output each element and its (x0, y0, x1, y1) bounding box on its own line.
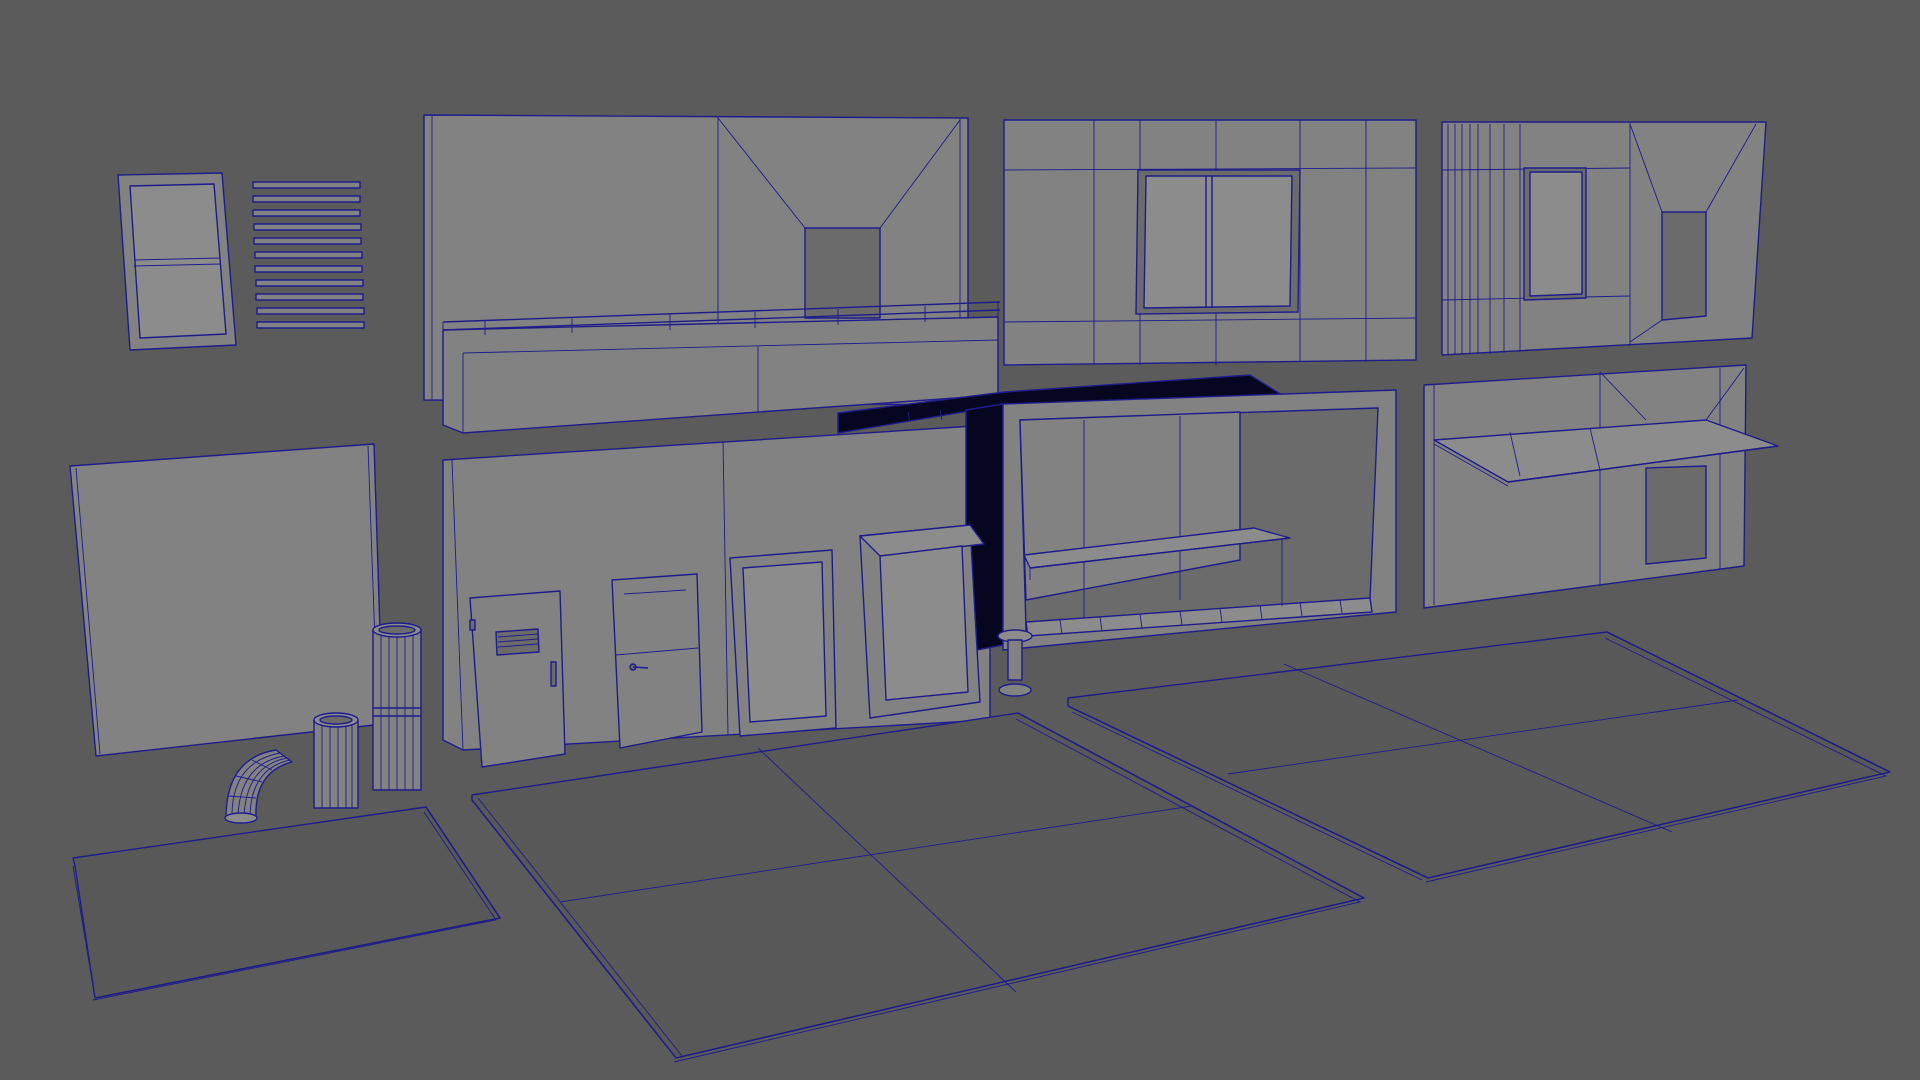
wall-cabinet[interactable] (859, 524, 985, 719)
bus-stop-shelter[interactable] (1002, 389, 1397, 651)
balcony-facade-module[interactable] (423, 114, 1001, 434)
plain-door[interactable] (611, 573, 703, 749)
central-window-facade-module[interactable] (1003, 119, 1417, 366)
window-frame-piece[interactable] (117, 172, 237, 351)
short-pipe[interactable] (313, 712, 359, 809)
vented-door[interactable] (469, 590, 566, 768)
tall-pipe[interactable] (372, 622, 422, 791)
right-facade-module[interactable] (1441, 121, 1767, 356)
plain-wall-panel[interactable] (69, 443, 384, 757)
door-frame[interactable] (729, 549, 837, 737)
maya-viewport[interactable] (0, 0, 1920, 1080)
